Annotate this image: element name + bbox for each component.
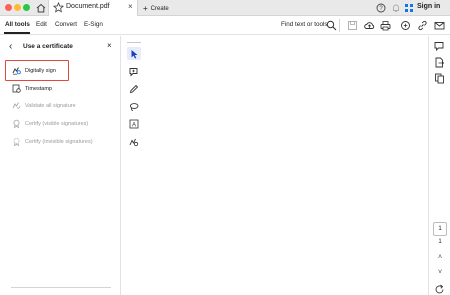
- current-page-input[interactable]: 1: [433, 222, 447, 236]
- document-tab[interactable]: Document.pdf ×: [48, 0, 138, 16]
- next-page-button[interactable]: ˅: [433, 269, 447, 276]
- svg-text:A: A: [132, 122, 136, 128]
- print-icon[interactable]: [380, 20, 391, 31]
- mail-icon[interactable]: [434, 20, 445, 31]
- select-cursor-icon: [131, 50, 138, 59]
- help-icon[interactable]: ?: [376, 3, 386, 13]
- panel-title: Use a certificate: [23, 43, 73, 50]
- tool-draw[interactable]: [127, 82, 141, 95]
- create-label: Create: [150, 6, 169, 12]
- menu-bar: All tools Edit Convert E-Sign Find text …: [0, 16, 450, 35]
- save-icon[interactable]: [347, 20, 358, 31]
- apps-grid-icon[interactable]: [404, 3, 414, 13]
- panel-divider: [11, 287, 111, 288]
- panel-item-label: Certify (visible signatures): [25, 121, 89, 127]
- search-icon[interactable]: [326, 20, 337, 31]
- document-canvas[interactable]: [146, 36, 418, 295]
- panel-item-label: Digitally sign: [25, 68, 56, 74]
- star-icon[interactable]: [53, 2, 64, 13]
- comments-icon[interactable]: [434, 41, 445, 52]
- acrobat-window: Document.pdf × + Create ? Sign in All too…: [0, 0, 450, 295]
- zoom-window-button[interactable]: [23, 4, 30, 11]
- plus-icon: +: [143, 4, 148, 13]
- certify-visible-icon: [13, 119, 20, 128]
- close-window-button[interactable]: [5, 4, 12, 11]
- certify-invisible-icon: [13, 137, 20, 146]
- notification-bell-icon[interactable]: [391, 3, 401, 13]
- document-tab-label: Document.pdf: [66, 3, 110, 10]
- validate-signature-icon: [12, 102, 21, 110]
- total-pages: 1: [438, 239, 442, 245]
- create-tab-button[interactable]: + Create: [143, 3, 169, 13]
- previous-page-button[interactable]: ˄: [433, 254, 447, 261]
- organize-pages-icon[interactable]: [434, 73, 445, 84]
- tool-fill-sign[interactable]: [127, 135, 141, 148]
- active-menu-indicator: [4, 32, 30, 34]
- find-text-or-tools[interactable]: Find text or tools: [281, 21, 328, 28]
- home-icon[interactable]: [35, 2, 47, 14]
- title-bar: Document.pdf × + Create ? Sign in: [0, 0, 450, 16]
- sign-in-button[interactable]: Sign in: [417, 3, 440, 10]
- panel-item-certify-visible[interactable]: Certify (visible signatures): [12, 119, 116, 130]
- rotate-refresh-icon[interactable]: [434, 284, 445, 295]
- menu-all-tools[interactable]: All tools: [5, 21, 30, 28]
- tool-comment[interactable]: [127, 65, 141, 78]
- menu-edit[interactable]: Edit: [36, 21, 47, 28]
- draw-pen-icon: [129, 84, 139, 94]
- use-a-certificate-panel: ‹ Use a certificate × Digitally sign Tim…: [0, 36, 121, 295]
- panel-item-label: Timestamp: [25, 86, 52, 92]
- add-comment-icon: [129, 68, 138, 77]
- ai-assistant-icon[interactable]: [400, 20, 411, 31]
- panel-item-label: Certify (invisible signatures): [25, 139, 93, 145]
- panel-item-label: Validate all signature: [25, 103, 76, 109]
- panel-item-validate-all-signature[interactable]: Validate all signature: [12, 101, 116, 112]
- digital-sign-icon: [12, 67, 21, 75]
- upload-cloud-icon[interactable]: [364, 20, 375, 31]
- panel-close-button[interactable]: ×: [107, 41, 112, 50]
- panel-item-timestamp[interactable]: Timestamp: [12, 84, 116, 95]
- tool-select[interactable]: [127, 47, 141, 60]
- export-pdf-icon[interactable]: [434, 57, 445, 68]
- menu-e-sign[interactable]: E-Sign: [84, 21, 103, 28]
- add-text-icon: A: [129, 119, 139, 129]
- lasso-icon: [129, 103, 139, 112]
- toolbar-divider: [339, 19, 340, 32]
- timestamp-icon: [12, 84, 21, 93]
- tool-text[interactable]: A: [127, 117, 141, 130]
- fill-sign-icon: [129, 138, 139, 147]
- tab-close-button[interactable]: ×: [128, 2, 133, 11]
- link-icon[interactable]: [417, 20, 428, 31]
- panel-item-digitally-sign[interactable]: Digitally sign: [12, 66, 116, 77]
- toolbar-grip: [127, 42, 141, 43]
- menu-convert[interactable]: Convert: [55, 21, 77, 28]
- back-button[interactable]: ‹: [9, 41, 12, 52]
- panel-item-certify-invisible[interactable]: Certify (invisible signatures): [12, 137, 116, 148]
- minimize-window-button[interactable]: [14, 4, 21, 11]
- right-rail: 1 1 ˄ ˅: [428, 36, 450, 295]
- tool-lasso[interactable]: [127, 100, 141, 113]
